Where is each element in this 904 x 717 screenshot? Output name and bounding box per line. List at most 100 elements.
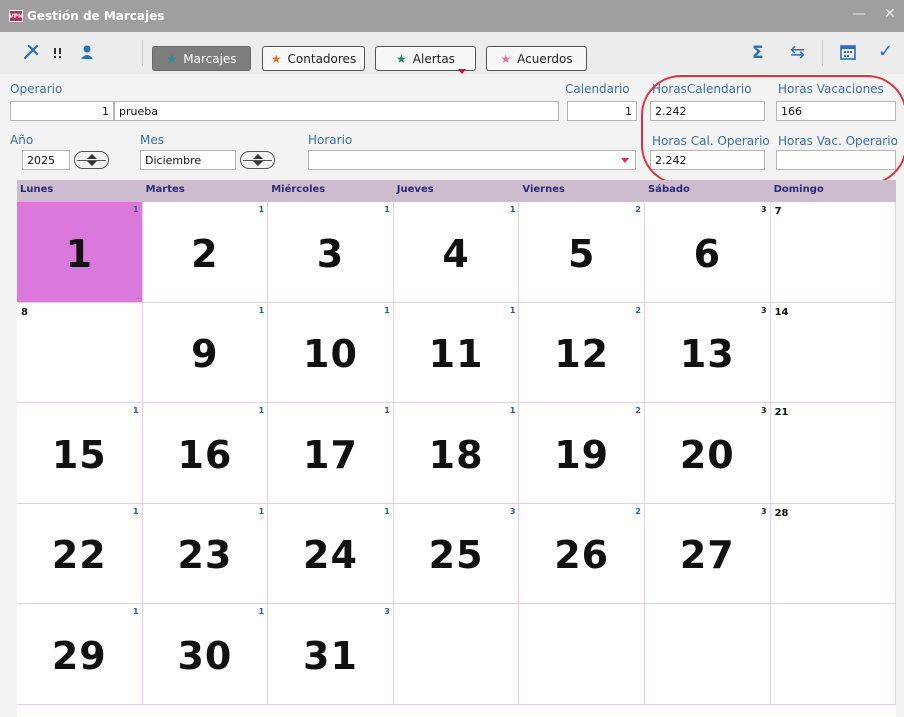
day-cell[interactable]: 12 bbox=[142, 202, 269, 303]
check-icon[interactable]: ✓ bbox=[878, 41, 893, 62]
day-number: 13 bbox=[679, 332, 735, 377]
day-number: 3 bbox=[316, 231, 345, 276]
day-number: 2 bbox=[191, 231, 219, 276]
tab-marcajes[interactable]: ★ Marcajes bbox=[152, 46, 251, 71]
anio-field[interactable]: 2025 bbox=[22, 150, 70, 170]
day-cell[interactable]: 3 13 bbox=[645, 302, 771, 404]
horas-vac-operario-label: Horas Vac. Operario bbox=[778, 134, 898, 148]
weekday-header: Miércoles bbox=[268, 180, 394, 202]
day-cell[interactable]: 36 bbox=[645, 202, 771, 303]
day-cell[interactable]: 3 20 bbox=[645, 403, 771, 504]
day-number: 5 bbox=[567, 231, 596, 276]
day-cell[interactable]: 2 12 bbox=[519, 302, 645, 404]
day-cell[interactable]: 1 15 bbox=[17, 403, 143, 504]
day-cell[interactable]: 1 17 bbox=[268, 403, 394, 504]
horas-calendario-label: HorasCalendario bbox=[652, 82, 752, 96]
user-icon[interactable] bbox=[80, 44, 94, 60]
day-cell[interactable]: 1 10 bbox=[268, 302, 394, 404]
day-number: 1 bbox=[65, 231, 94, 276]
day-cell[interactable] bbox=[393, 604, 520, 705]
settings-icon[interactable] bbox=[22, 43, 40, 61]
day-badge: 3 bbox=[761, 305, 767, 315]
star-icon: ★ bbox=[500, 51, 512, 66]
horas-cal-operario-field[interactable]: 2.242 bbox=[650, 150, 765, 170]
operario-name-field[interactable]: prueba bbox=[114, 101, 559, 121]
day-cell[interactable]: 21 bbox=[770, 403, 897, 504]
day-cell[interactable]: 28 bbox=[770, 503, 897, 605]
tab-alertas[interactable]: ★ Alertas bbox=[375, 46, 476, 71]
day-cell[interactable]: 1 22 bbox=[17, 503, 143, 605]
day-cell[interactable]: 25 bbox=[519, 202, 645, 303]
day-badge: 3 bbox=[761, 406, 767, 416]
day-cell[interactable]: 1 18 bbox=[393, 403, 520, 504]
day-number: 8 bbox=[21, 306, 28, 318]
tab-label: Marcajes bbox=[183, 51, 237, 66]
calendario-field[interactable]: 1 bbox=[567, 101, 637, 121]
operario-id-field[interactable]: 1 bbox=[10, 101, 114, 121]
day-cell[interactable]: 11 bbox=[17, 202, 143, 303]
day-cell[interactable]: 3 25 bbox=[393, 503, 520, 605]
horas-vacaciones-label: Horas Vacaciones bbox=[778, 82, 884, 96]
tab-acuerdos[interactable]: ★ Acuerdos bbox=[486, 46, 587, 71]
day-badge: 1 bbox=[384, 406, 390, 416]
day-cell[interactable]: 1 30 bbox=[142, 604, 269, 705]
day-number: 6 bbox=[693, 231, 722, 276]
day-badge: 1 bbox=[133, 506, 139, 516]
chevron-down-icon[interactable] bbox=[621, 158, 629, 163]
mes-spinner[interactable] bbox=[240, 151, 275, 169]
day-cell[interactable]: 2 19 bbox=[519, 403, 645, 504]
anio-spinner[interactable] bbox=[74, 151, 109, 169]
sigma-icon[interactable]: Σ bbox=[752, 43, 764, 63]
day-number: 7 bbox=[774, 206, 782, 217]
weekday-header: Domingo bbox=[770, 180, 897, 202]
toolbar: ★ Marcajes ★ Contadores ★ Alertas ★ Acue… bbox=[0, 32, 904, 74]
day-badge: 1 bbox=[133, 406, 139, 416]
day-badge: 1 bbox=[258, 406, 265, 416]
day-cell[interactable]: 8 bbox=[17, 302, 143, 404]
horas-vac-operario-field[interactable] bbox=[776, 150, 896, 170]
day-badge: 1 bbox=[509, 205, 516, 214]
day-number: 24 bbox=[303, 533, 358, 578]
day-cell[interactable]: 14 bbox=[770, 302, 897, 404]
day-cell[interactable]: 1 24 bbox=[268, 503, 394, 605]
close-button[interactable]: ✕ bbox=[884, 6, 896, 22]
day-cell[interactable]: 1 23 bbox=[142, 503, 269, 605]
day-number: 23 bbox=[177, 533, 233, 578]
day-badge: 1 bbox=[509, 406, 516, 416]
horas-vacaciones-field[interactable]: 166 bbox=[776, 101, 896, 121]
day-number: 15 bbox=[51, 432, 107, 477]
day-badge: 1 bbox=[384, 205, 390, 214]
day-cell[interactable]: 2 26 bbox=[519, 503, 645, 605]
calendario-label: Calendario bbox=[565, 82, 630, 96]
day-cell[interactable] bbox=[519, 604, 645, 705]
tab-label: Alertas bbox=[412, 51, 455, 66]
day-number: 20 bbox=[679, 432, 735, 477]
day-cell[interactable] bbox=[645, 604, 771, 705]
day-cell[interactable]: 1 16 bbox=[142, 403, 269, 504]
app-logo-icon: VPN bbox=[9, 10, 23, 22]
star-icon: ★ bbox=[166, 51, 178, 66]
day-cell[interactable]: 19 bbox=[142, 302, 269, 404]
pin-icon[interactable] bbox=[52, 46, 64, 60]
day-cell[interactable] bbox=[770, 604, 897, 705]
day-cell[interactable]: 1 11 bbox=[393, 302, 520, 404]
day-number: 19 bbox=[554, 432, 610, 477]
calendar-icon[interactable] bbox=[840, 44, 856, 60]
day-number: 9 bbox=[191, 332, 219, 377]
minimize-button[interactable]: — bbox=[852, 6, 866, 22]
day-cell[interactable]: 3 31 bbox=[268, 604, 394, 705]
day-cell[interactable]: 1 29 bbox=[17, 604, 143, 705]
tab-contadores[interactable]: ★ Contadores bbox=[262, 46, 365, 71]
horas-calendario-field[interactable]: 2.242 bbox=[650, 101, 765, 121]
day-cell[interactable]: 14 bbox=[393, 202, 520, 303]
day-number: 22 bbox=[51, 533, 107, 578]
mes-field[interactable]: Diciembre bbox=[140, 150, 236, 170]
day-cell[interactable]: 7 bbox=[770, 202, 897, 303]
horario-label: Horario bbox=[308, 133, 353, 147]
weekday-header: Jueves bbox=[393, 180, 520, 202]
day-cell[interactable]: 3 27 bbox=[645, 503, 771, 605]
horario-select[interactable] bbox=[308, 150, 636, 170]
day-badge: 1 bbox=[509, 305, 516, 315]
day-cell[interactable]: 13 bbox=[268, 202, 394, 303]
swap-icon[interactable]: ⇆ bbox=[790, 42, 805, 63]
